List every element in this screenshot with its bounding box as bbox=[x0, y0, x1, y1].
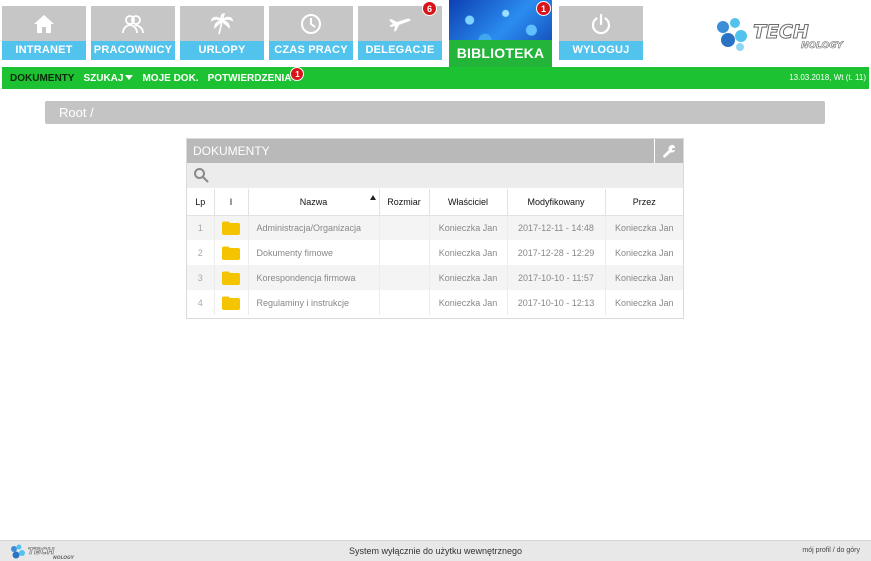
submenu-item-potwierdzenia[interactable]: POTWIERDZENIA 1 bbox=[207, 66, 305, 84]
delegacje-badge: 6 bbox=[422, 1, 437, 16]
row-name[interactable]: Korespondencja firmowa bbox=[248, 265, 380, 290]
svg-text:TECH: TECH bbox=[753, 21, 809, 43]
search-row bbox=[187, 163, 683, 188]
row-modified: 2017-10-10 - 12:13 bbox=[507, 290, 606, 315]
table-row[interactable]: 3 Korespondencja firmowa Konieczka Jan 2… bbox=[187, 265, 683, 290]
tab-wyloguj[interactable]: WYLOGUJ bbox=[559, 6, 643, 60]
folder-icon bbox=[214, 215, 249, 240]
row-lp: 1 bbox=[187, 215, 215, 240]
submenu-item-dokumenty[interactable]: DOKUMENTY bbox=[10, 73, 74, 84]
col-nazwa-label: Nazwa bbox=[299, 196, 328, 207]
row-owner: Konieczka Jan bbox=[429, 240, 508, 265]
col-lp[interactable]: Lp bbox=[187, 189, 215, 216]
row-owner: Konieczka Jan bbox=[429, 265, 508, 290]
row-lp: 2 bbox=[187, 240, 215, 265]
col-nazwa[interactable]: Nazwa bbox=[248, 189, 380, 216]
row-size bbox=[379, 265, 430, 290]
documents-table: Lp I Nazwa Rozmiar Właściciel Modyfikowa… bbox=[187, 189, 683, 315]
tab-urlopy[interactable]: URLOPY bbox=[180, 6, 264, 60]
footer-links: mój profil / do góry bbox=[802, 541, 860, 561]
potwierdzenia-badge: 1 bbox=[290, 66, 305, 81]
col-wlasciciel[interactable]: Właściciel bbox=[429, 189, 508, 216]
settings-button[interactable] bbox=[654, 139, 683, 163]
submenu-item-moje-dok[interactable]: MOJE DOK. bbox=[142, 73, 198, 84]
company-logo: TECH NOLOGY bbox=[713, 14, 863, 54]
app-root: INTRANET PRACOWNICY URLOPY CZAS PRACY DE bbox=[0, 0, 871, 561]
row-by: Konieczka Jan bbox=[605, 290, 683, 315]
table-row[interactable]: 2 Dokumenty fimowe Konieczka Jan 2017-12… bbox=[187, 240, 683, 265]
row-by: Konieczka Jan bbox=[605, 215, 683, 240]
footer-notice: System wyłącznie do użytku wewnętrznego bbox=[348, 546, 523, 556]
main-nav: INTRANET PRACOWNICY URLOPY CZAS PRACY DE bbox=[0, 0, 871, 67]
table-row[interactable]: 4 Regulaminy i instrukcje Konieczka Jan … bbox=[187, 290, 683, 315]
row-modified: 2017-10-10 - 11:57 bbox=[507, 265, 606, 290]
submenu-label: DOKUMENTY bbox=[10, 72, 75, 84]
current-date: 13.03.2018, Wt (t. 11) bbox=[789, 73, 866, 82]
biblioteka-badge: 1 bbox=[536, 1, 551, 16]
folder-icon bbox=[214, 240, 249, 265]
back-to-top-link[interactable]: do góry bbox=[837, 547, 860, 554]
footer: TECH NOLOGY System wyłącznie do użytku w… bbox=[0, 540, 871, 561]
clock-icon bbox=[269, 9, 353, 39]
search-icon[interactable] bbox=[193, 167, 209, 183]
tab-label: DELEGACJE bbox=[358, 41, 442, 60]
table-row[interactable]: 1 Administracja/Organizacja Konieczka Ja… bbox=[187, 215, 683, 240]
svg-text:NOLOGY: NOLOGY bbox=[801, 41, 844, 51]
tab-pracownicy[interactable]: PRACOWNICY bbox=[91, 6, 175, 60]
tab-delegacje[interactable]: DELEGACJE 6 bbox=[358, 1, 442, 60]
home-icon bbox=[2, 9, 86, 39]
tab-label: PRACOWNICY bbox=[91, 41, 175, 60]
my-profile-link[interactable]: mój profil bbox=[802, 547, 830, 554]
submenu-item-szukaj[interactable]: SZUKAJ bbox=[83, 72, 134, 84]
tab-label: WYLOGUJ bbox=[559, 41, 643, 60]
sort-asc-icon bbox=[369, 195, 376, 200]
wrench-icon bbox=[663, 144, 676, 158]
row-owner: Konieczka Jan bbox=[429, 290, 508, 315]
row-name[interactable]: Administracja/Organizacja bbox=[248, 215, 380, 240]
tab-czas-pracy[interactable]: CZAS PRACY bbox=[269, 6, 353, 60]
row-size bbox=[379, 215, 430, 240]
row-lp: 4 bbox=[187, 290, 215, 315]
row-name[interactable]: Regulaminy i instrukcje bbox=[248, 290, 380, 315]
row-size bbox=[379, 240, 430, 265]
palm-tree-icon bbox=[180, 9, 264, 39]
table-header-row: Lp I Nazwa Rozmiar Właściciel Modyfikowa… bbox=[187, 189, 683, 216]
row-lp: 3 bbox=[187, 265, 215, 290]
breadcrumb[interactable]: Root / bbox=[45, 101, 825, 124]
row-modified: 2017-12-11 - 14:48 bbox=[507, 215, 606, 240]
tab-label: CZAS PRACY bbox=[269, 41, 353, 60]
submenu-label: POTWIERDZENIA bbox=[207, 72, 292, 84]
footer-separator: / bbox=[832, 547, 835, 554]
col-przez[interactable]: Przez bbox=[605, 189, 683, 216]
caret-down-icon bbox=[125, 75, 134, 81]
folder-icon bbox=[214, 265, 249, 290]
col-rozmiar[interactable]: Rozmiar bbox=[379, 189, 430, 216]
col-modyfikowany[interactable]: Modyfikowany bbox=[507, 189, 606, 216]
documents-panel: DOKUMENTY Lp I Nazwa Rozmiar Właściciel … bbox=[186, 138, 684, 319]
power-icon bbox=[559, 9, 643, 39]
panel-title: DOKUMENTY bbox=[193, 144, 270, 158]
tab-label: URLOPY bbox=[180, 41, 264, 60]
panel-header: DOKUMENTY bbox=[187, 139, 683, 163]
submenu-bar: DOKUMENTY SZUKAJ MOJE DOK. POTWIERDZENIA… bbox=[2, 66, 869, 89]
submenu-label: MOJE DOK. bbox=[142, 72, 199, 84]
row-size bbox=[379, 290, 430, 315]
tab-label: BIBLIOTEKA bbox=[449, 40, 552, 67]
col-icon[interactable]: I bbox=[214, 189, 249, 216]
row-name[interactable]: Dokumenty fimowe bbox=[248, 240, 380, 265]
tab-biblioteka[interactable]: BIBLIOTEKA 1 bbox=[447, 0, 554, 67]
folder-icon bbox=[214, 290, 249, 315]
row-by: Konieczka Jan bbox=[605, 240, 683, 265]
users-icon bbox=[91, 9, 175, 39]
submenu: DOKUMENTY SZUKAJ MOJE DOK. POTWIERDZENIA… bbox=[10, 66, 305, 89]
row-owner: Konieczka Jan bbox=[429, 215, 508, 240]
row-modified: 2017-12-28 - 12:29 bbox=[507, 240, 606, 265]
row-by: Konieczka Jan bbox=[605, 265, 683, 290]
submenu-label: SZUKAJ bbox=[83, 72, 124, 84]
tab-label: INTRANET bbox=[2, 41, 86, 60]
tab-intranet[interactable]: INTRANET bbox=[2, 6, 86, 60]
